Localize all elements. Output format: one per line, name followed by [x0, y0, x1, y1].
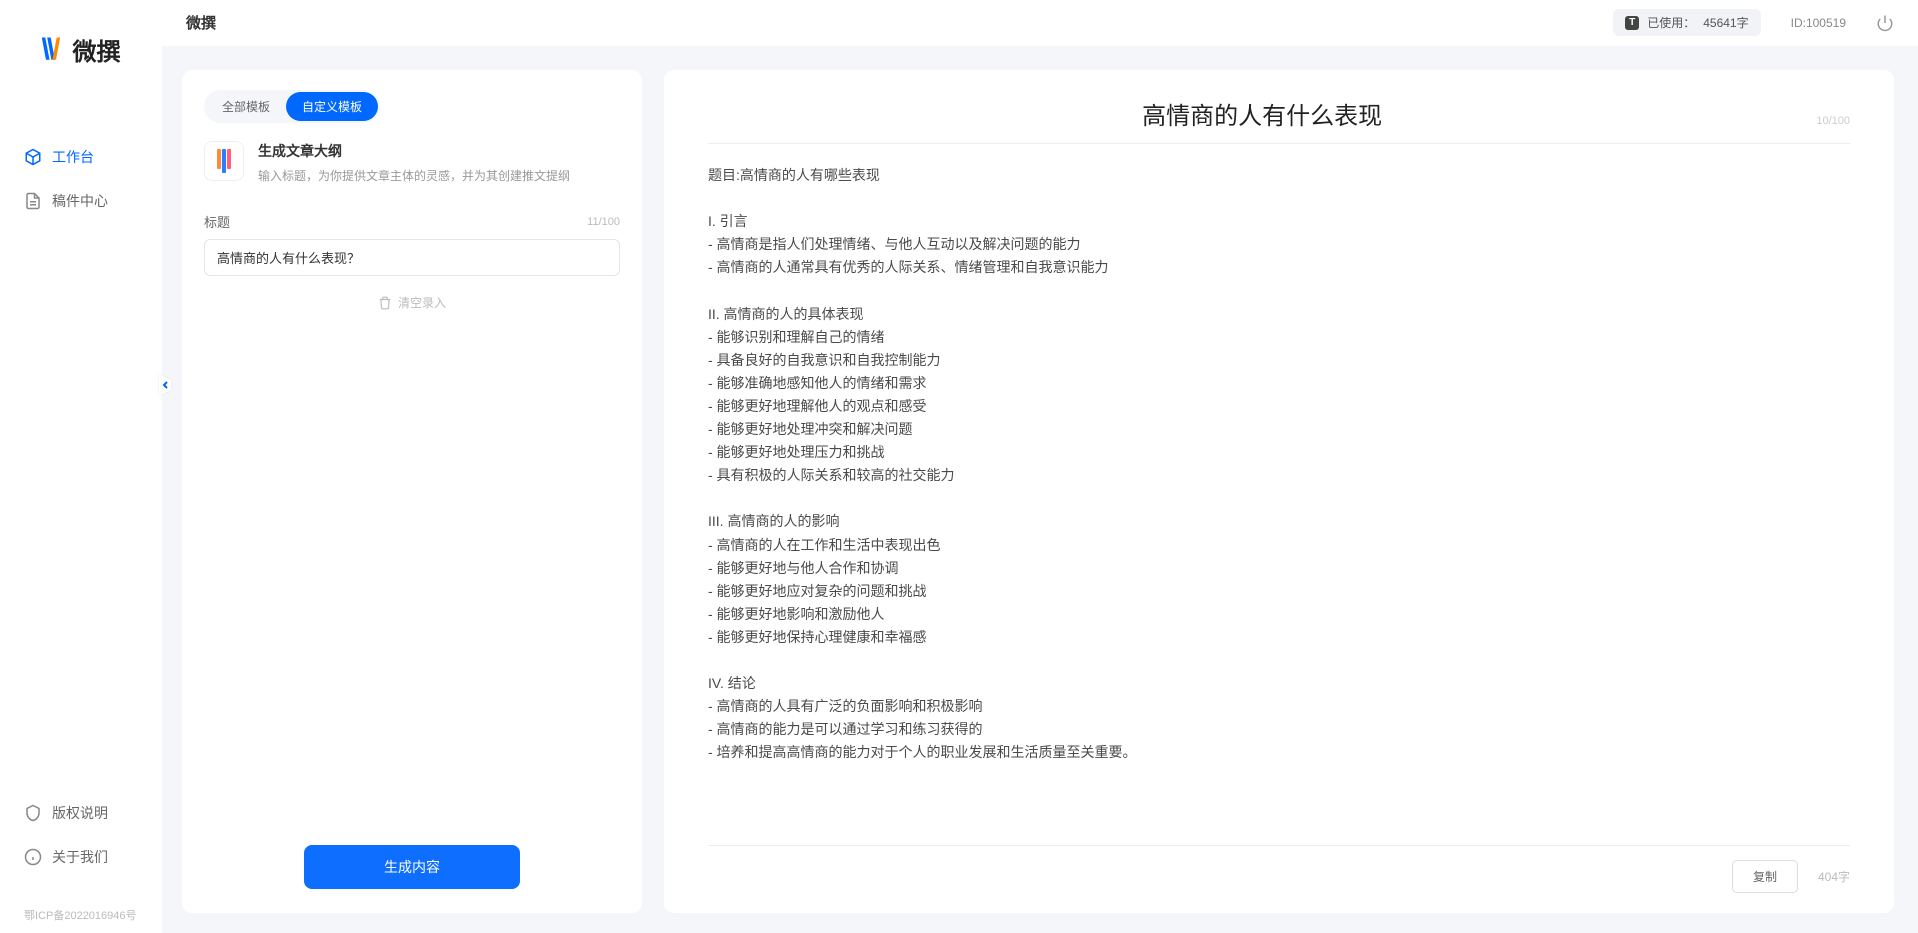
- document-title: 高情商的人有什么表现: [708, 96, 1816, 131]
- t-icon: T: [1625, 16, 1639, 30]
- word-count: 404字: [1818, 868, 1850, 885]
- template-desc: 输入标题，为你提供文章主体的灵感，并为其创建推文提纲: [258, 167, 570, 184]
- power-icon[interactable]: [1876, 14, 1894, 32]
- brand-logo: \\/ 微撰: [0, 32, 162, 67]
- topbar: 微撰 T 已使用： 45641字 ID:100519: [162, 0, 1918, 46]
- main: 微撰 T 已使用： 45641字 ID:100519 全部模板 自定义模板: [162, 0, 1918, 933]
- page-title: 微撰: [186, 12, 216, 33]
- tab-all-templates[interactable]: 全部模板: [206, 92, 286, 121]
- logo-mark-icon: \\/: [41, 33, 66, 67]
- books-icon: [204, 141, 244, 181]
- brand-name: 微撰: [73, 32, 121, 67]
- clear-label: 清空录入: [398, 294, 446, 311]
- field-char-count: 11/100: [587, 216, 620, 228]
- user-id: ID:100519: [1791, 16, 1846, 30]
- config-panel: 全部模板 自定义模板 生成文章大纲 输入标题，为你提供文章主体的灵感，并为其创建…: [182, 70, 642, 913]
- sidebar-item-workspace[interactable]: 工作台: [10, 137, 152, 177]
- info-icon: [24, 848, 42, 866]
- sidebar-item-label: 稿件中心: [52, 191, 108, 211]
- usage-value: 45641字: [1703, 14, 1748, 31]
- sidebar-bottom: 版权说明 关于我们: [0, 793, 162, 901]
- sidebar-item-label: 版权说明: [52, 803, 108, 823]
- document-title-count: 10/100: [1816, 115, 1850, 127]
- document-body[interactable]: 题目:高情商的人有哪些表现 I. 引言 - 高情商是指人们处理情绪、与他人互动以…: [708, 164, 1850, 835]
- generate-button[interactable]: 生成内容: [304, 845, 520, 889]
- template-title: 生成文章大纲: [258, 141, 570, 161]
- sidebar: \\/ 微撰 工作台 稿件中心: [0, 0, 162, 933]
- topbar-right: T 已使用： 45641字 ID:100519: [1613, 9, 1894, 36]
- usage-label: 已使用：: [1647, 14, 1695, 31]
- sidebar-item-label: 关于我们: [52, 847, 108, 867]
- sidebar-item-label: 工作台: [52, 147, 94, 167]
- sidebar-item-copyright[interactable]: 版权说明: [10, 793, 152, 833]
- clear-input-button[interactable]: 清空录入: [204, 294, 620, 311]
- sidebar-collapse-handle[interactable]: [158, 372, 172, 398]
- sidebar-nav: 工作台 稿件中心: [0, 137, 162, 793]
- document-icon: [24, 192, 42, 210]
- template-tabs: 全部模板 自定义模板: [204, 90, 380, 123]
- title-input[interactable]: [204, 239, 620, 276]
- sidebar-item-about[interactable]: 关于我们: [10, 837, 152, 877]
- template-card: 生成文章大纲 输入标题，为你提供文章主体的灵感，并为其创建推文提纲: [204, 141, 620, 184]
- icp-number: 鄂ICP备2022016946号: [0, 901, 162, 933]
- usage-badge[interactable]: T 已使用： 45641字: [1613, 9, 1760, 36]
- shield-icon: [24, 804, 42, 822]
- sidebar-item-drafts[interactable]: 稿件中心: [10, 181, 152, 221]
- field-label: 标题: [204, 212, 230, 231]
- tab-custom-templates[interactable]: 自定义模板: [286, 92, 378, 121]
- cube-icon: [24, 148, 42, 166]
- copy-button[interactable]: 复制: [1732, 860, 1798, 893]
- content: 全部模板 自定义模板 生成文章大纲 输入标题，为你提供文章主体的灵感，并为其创建…: [162, 46, 1918, 933]
- output-panel: 高情商的人有什么表现 10/100 题目:高情商的人有哪些表现 I. 引言 - …: [664, 70, 1894, 913]
- trash-icon: [378, 296, 392, 310]
